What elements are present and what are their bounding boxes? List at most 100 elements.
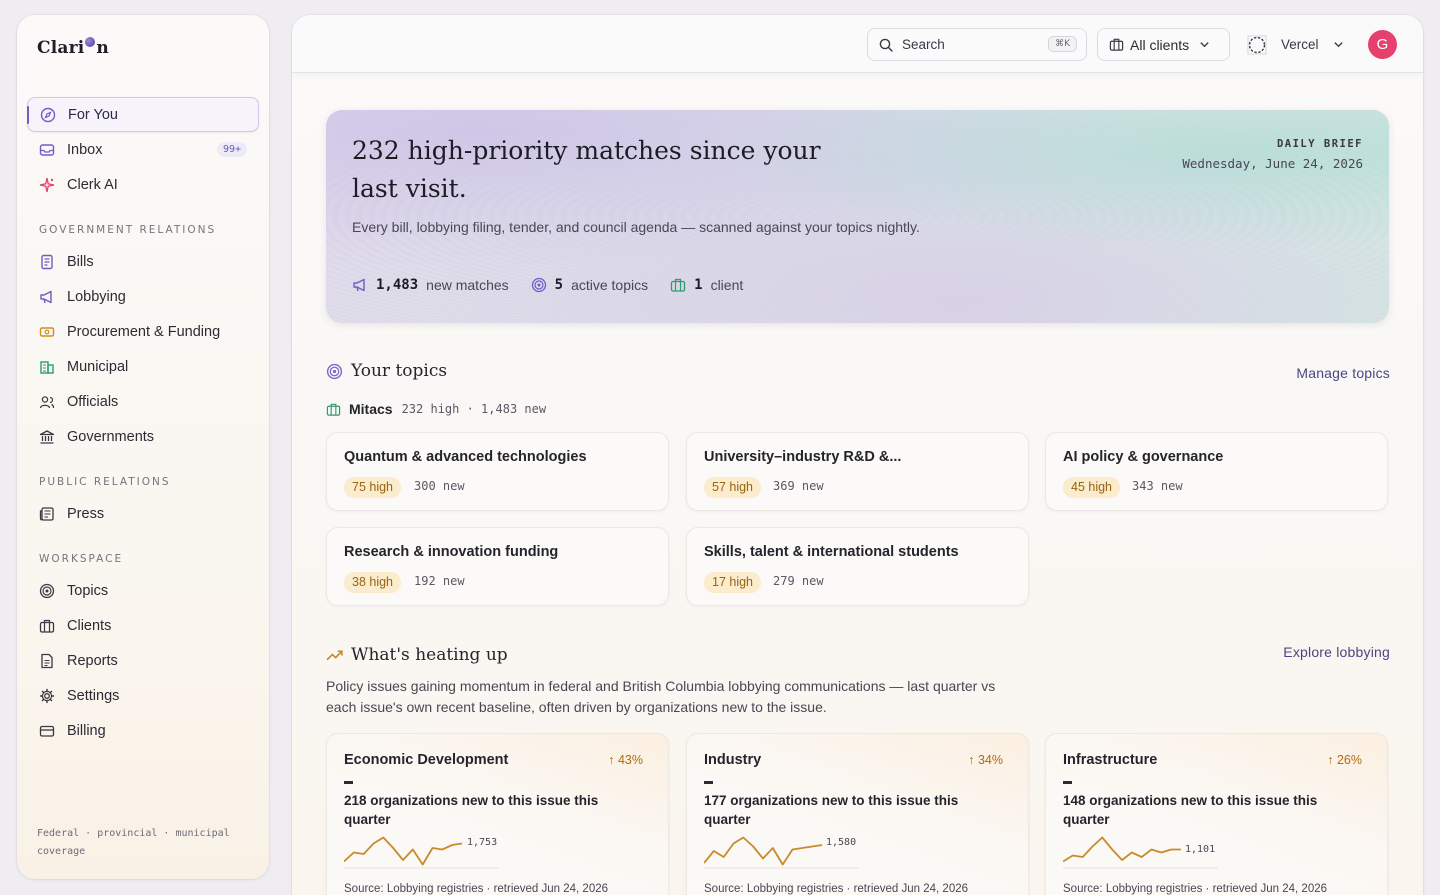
topic-card[interactable]: Quantum & advanced technologies 75 high …	[326, 432, 669, 511]
client-selector-dropdown[interactable]: All clients	[1097, 28, 1230, 61]
banknote-icon	[39, 324, 55, 340]
stat-value: 1,483	[376, 277, 419, 293]
explore-lobbying-link[interactable]: Explore lobbying	[1283, 644, 1390, 660]
stat-value: 5	[554, 277, 564, 293]
sidebar-item-label: Procurement & Funding	[67, 323, 221, 340]
briefcase-icon	[326, 402, 341, 417]
heating-description: Policy issues gaining momentum in federa…	[326, 678, 996, 715]
sidebar-item-label: Clerk AI	[67, 176, 118, 193]
new-count: 279 new	[773, 574, 824, 588]
sidebar-item-reports[interactable]: Reports	[27, 643, 259, 678]
gear-icon	[39, 688, 55, 704]
file-icon	[39, 653, 55, 669]
sparkline-series	[1063, 836, 1181, 863]
topic-title: University–industry R&D &...	[704, 449, 902, 465]
megaphone-icon	[352, 277, 368, 293]
section-label-workspace: WORKSPACE	[39, 553, 124, 565]
sidebar-item-label: Bills	[67, 253, 94, 270]
trend-card[interactable]: Economic Development ↑ 43% 218 organizat…	[326, 733, 669, 895]
target-icon	[326, 363, 343, 380]
daily-brief-hero: 232 high-priority matches since your las…	[326, 110, 1389, 323]
logo-text-start: Clari	[37, 38, 85, 58]
stat-new-matches[interactable]: 1,483 new matches	[352, 277, 509, 293]
trend-percent: ↑ 43%	[608, 753, 643, 767]
hero-subtitle: Every bill, lobbying filing, tender, and…	[352, 219, 920, 235]
sidebar-item-billing[interactable]: Billing	[27, 713, 259, 748]
new-count: 343 new	[1132, 479, 1183, 493]
trend-divider	[344, 781, 353, 784]
logo-dot-icon	[85, 37, 96, 47]
sparkline-value-label: 1,753	[467, 837, 498, 848]
topic-card[interactable]: Skills, talent & international students …	[686, 527, 1029, 606]
briefcase-icon	[670, 277, 686, 293]
trend-percent: ↑ 26%	[1327, 753, 1362, 767]
coverage-line: coverage	[37, 846, 86, 857]
app-logo[interactable]: Clari n	[37, 37, 109, 58]
stat-clients[interactable]: 1 client	[670, 277, 743, 293]
trend-card[interactable]: Industry ↑ 34% 177 organizations new to …	[686, 733, 1029, 895]
sparkle-icon	[39, 177, 55, 193]
new-orgs-text: 148 organizations new to this issue this…	[1063, 793, 1318, 827]
sidebar-nav: For You Inbox 99+ Clerk AI GOVERNMENT RE…	[27, 97, 259, 748]
sidebar-item-label: Municipal	[67, 358, 129, 375]
sidebar-item-procurement[interactable]: Procurement & Funding	[27, 314, 259, 349]
user-avatar[interactable]: G	[1368, 30, 1397, 59]
sidebar-item-label: Topics	[67, 582, 109, 599]
sidebar-item-label: Inbox	[67, 141, 103, 158]
trending-up-icon	[326, 647, 343, 664]
new-orgs-text: 177 organizations new to this issue this…	[704, 793, 959, 827]
sidebar-item-officials[interactable]: Officials	[27, 384, 259, 419]
search-shortcut-hint: ⌘K	[1048, 36, 1077, 52]
chevron-down-icon	[1199, 39, 1210, 50]
search-input[interactable]: Search ⌘K	[867, 28, 1087, 61]
sidebar-item-inbox[interactable]: Inbox 99+	[27, 132, 259, 167]
sidebar-item-governments[interactable]: Governments	[27, 419, 259, 454]
trend-card[interactable]: Infrastructure ↑ 26% 148 organizations n…	[1045, 733, 1388, 895]
coverage-footer: Federal · provincial · municipal coverag…	[37, 825, 257, 861]
workspace-switcher[interactable]: Vercel	[1247, 28, 1344, 61]
brief-date: Wednesday, June 24, 2026	[1182, 156, 1363, 171]
sidebar-item-label: Billing	[67, 722, 106, 739]
heating-section-header: What's heating up	[326, 645, 508, 665]
briefcase-icon	[39, 618, 55, 634]
source-note: Source: Lobbying registries · retrieved …	[344, 883, 609, 895]
sidebar-item-lobbying[interactable]: Lobbying	[27, 279, 259, 314]
main-panel: Search ⌘K All clients Vercel G 232 high-…	[292, 15, 1423, 895]
sidebar-item-label: Lobbying	[67, 288, 126, 305]
topic-card[interactable]: University–industry R&D &... 57 high 369…	[686, 432, 1029, 511]
sidebar-item-press[interactable]: Press	[27, 496, 259, 531]
sidebar-item-municipal[interactable]: Municipal	[27, 349, 259, 384]
sidebar-item-bills[interactable]: Bills	[27, 244, 259, 279]
stat-label: active topics	[571, 277, 649, 293]
client-selector-label: All clients	[1130, 36, 1190, 53]
sparkline-series	[344, 836, 463, 866]
stat-active-topics[interactable]: 5 active topics	[531, 277, 648, 293]
search-placeholder: Search	[902, 37, 945, 52]
topic-title: AI policy & governance	[1063, 449, 1224, 465]
client-summary[interactable]: Mitacs 232 high · 1,483 new	[326, 401, 546, 417]
sidebar-item-clients[interactable]: Clients	[27, 608, 259, 643]
sidebar-item-topics[interactable]: Topics	[27, 573, 259, 608]
megaphone-icon	[39, 289, 55, 305]
new-count: 300 new	[414, 479, 465, 493]
sidebar-item-settings[interactable]: Settings	[27, 678, 259, 713]
sidebar-item-for-you[interactable]: For You	[27, 97, 259, 132]
daily-brief-label: DAILY BRIEF	[1276, 138, 1363, 150]
sidebar-item-clerk-ai[interactable]: Clerk AI	[27, 167, 259, 202]
stat-label: new matches	[426, 277, 509, 293]
client-meta: 232 high · 1,483 new	[401, 402, 547, 416]
section-label-government-relations: GOVERNMENT RELATIONS	[39, 224, 217, 236]
topics-section-title: Your topics	[351, 361, 448, 381]
new-orgs-text: 218 organizations new to this issue this…	[344, 793, 599, 827]
topic-card[interactable]: Research & innovation funding 38 high 19…	[326, 527, 669, 606]
sparkline-value-label: 1,101	[1185, 844, 1216, 855]
building-icon	[39, 359, 55, 375]
scroll-icon	[39, 254, 55, 270]
manage-topics-link[interactable]: Manage topics	[1296, 365, 1390, 381]
topic-card[interactable]: AI policy & governance 45 high 343 new	[1045, 432, 1388, 511]
sidebar-item-label: Press	[67, 505, 105, 522]
sidebar: Clari n For You Inbox 99+ Clerk AI GOVERN…	[17, 15, 269, 879]
hero-title: 232 high-priority matches since your las…	[352, 136, 821, 203]
client-name: Mitacs	[349, 401, 393, 417]
landmark-icon	[39, 429, 55, 445]
